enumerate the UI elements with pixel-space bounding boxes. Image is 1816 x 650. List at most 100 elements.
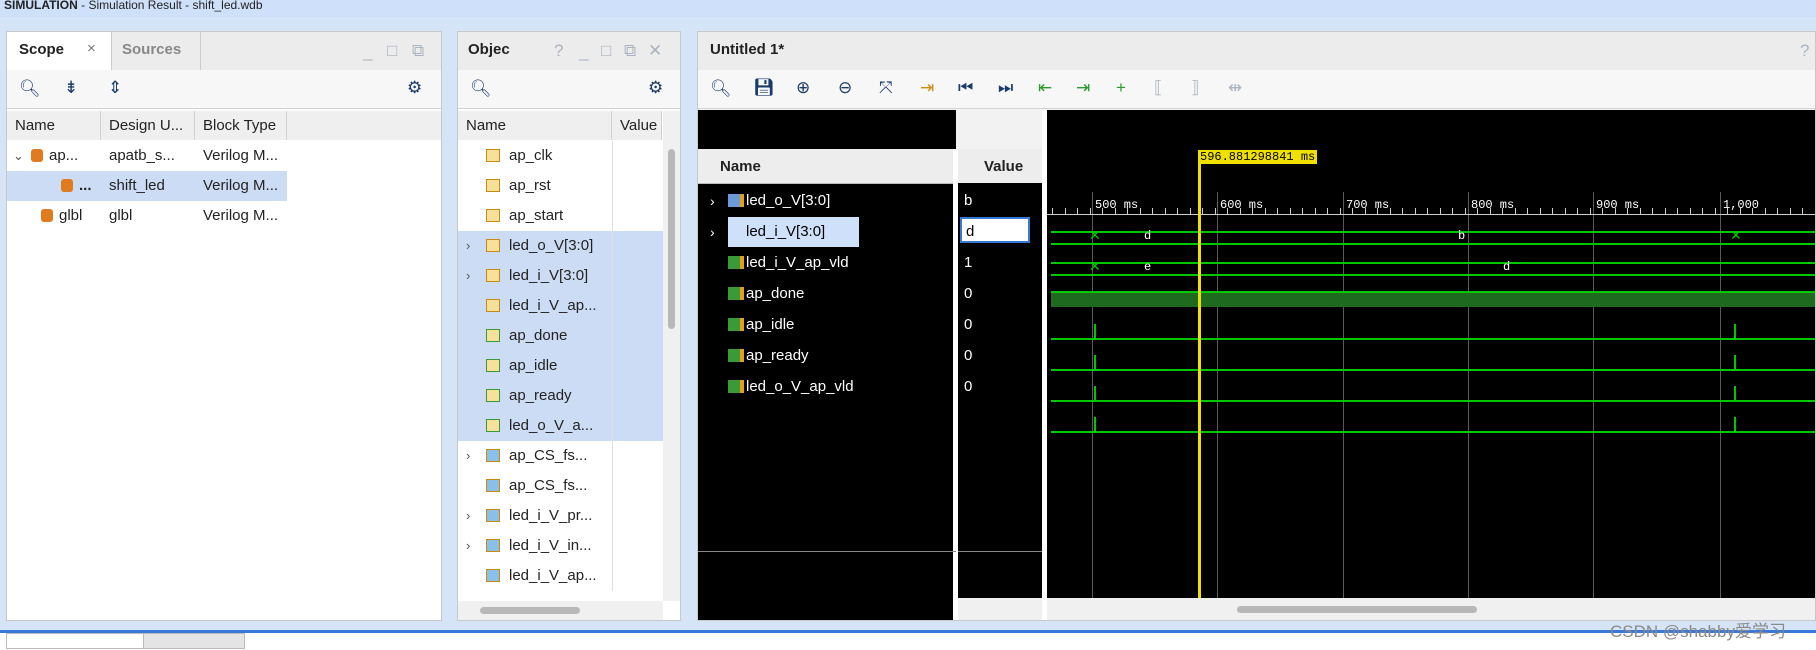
next-marker-icon[interactable]: ⟧ — [1191, 78, 1199, 98]
time-tick-label: 1,000 — [1723, 198, 1760, 212]
chevron-right-icon[interactable]: › — [466, 261, 470, 291]
go-to-end-icon[interactable]: ⏭ — [998, 78, 1013, 98]
zoom-in-icon[interactable]: ⊕ — [796, 78, 810, 98]
object-row[interactable]: led_i_V_ap... — [458, 561, 663, 591]
wave-signal-name[interactable]: ap_ready — [746, 341, 809, 371]
minimize-icon[interactable]: _ — [579, 42, 588, 62]
time-cursor — [1198, 150, 1201, 598]
next-transition-icon[interactable]: ⇥ — [1076, 78, 1090, 98]
previous-marker-icon[interactable]: ⟦ — [1154, 78, 1162, 98]
gear-icon[interactable]: ⚙ — [407, 78, 422, 98]
object-row[interactable]: ap_CS_fs... — [458, 471, 663, 501]
object-row[interactable]: ap_ready — [458, 381, 663, 411]
search-icon[interactable]: 🔍︎ — [19, 79, 41, 99]
object-row[interactable]: › led_i_V[3:0] — [458, 261, 663, 291]
bit-signal-icon — [728, 380, 744, 393]
window-title: SIMULATION - Simulation Result - shift_l… — [0, 0, 1816, 17]
scope-name: glbl — [59, 207, 83, 224]
object-row[interactable]: › led_i_V_in... — [458, 531, 663, 561]
maximize-icon[interactable]: □ — [387, 41, 397, 61]
wave-signal-name[interactable]: led_o_V_ap_vld — [746, 372, 854, 402]
col-value[interactable]: Value — [612, 111, 662, 140]
scrollbar-thumb[interactable] — [480, 607, 580, 614]
help-icon[interactable]: ? — [1800, 41, 1809, 61]
module-icon — [41, 209, 53, 222]
values-scrollbar[interactable] — [958, 598, 1042, 620]
chevron-down-icon[interactable]: ⌄ — [13, 141, 24, 171]
object-row[interactable]: ap_start — [458, 201, 663, 231]
zoom-out-icon[interactable]: ⊖ — [838, 78, 852, 98]
scrollbar-thumb[interactable] — [1237, 606, 1477, 613]
gear-icon[interactable]: ⚙ — [648, 78, 663, 98]
chevron-right-icon[interactable]: › — [466, 501, 470, 531]
col-design-unit[interactable]: Design U... — [101, 111, 195, 140]
object-row[interactable]: led_o_V_a... — [458, 411, 663, 441]
go-to-cursor-icon[interactable]: ⇥ — [920, 78, 934, 98]
wave-signal-name[interactable]: ap_done — [746, 279, 804, 309]
vertical-scrollbar[interactable] — [663, 111, 680, 601]
wave-signal-value[interactable]: b — [964, 186, 972, 216]
close-icon[interactable]: × — [87, 40, 96, 57]
float-icon[interactable]: ⧉ — [412, 41, 424, 61]
chevron-right-icon[interactable]: › — [466, 231, 470, 261]
chevron-right-icon[interactable]: › — [710, 186, 715, 216]
object-row[interactable]: ap_idle — [458, 351, 663, 381]
chevron-right-icon[interactable]: › — [466, 531, 470, 561]
help-icon[interactable]: ? — [554, 41, 563, 61]
port-icon — [486, 359, 500, 372]
wave-signal-name[interactable]: led_o_V[3:0] — [746, 186, 830, 216]
swap-cursors-icon[interactable]: ⇹ — [1228, 78, 1242, 98]
wave-signal-name[interactable]: led_i_V_ap_vld — [746, 248, 849, 278]
search-icon[interactable]: 🔍︎ — [710, 79, 732, 99]
zoom-fit-icon[interactable]: ⤧ — [879, 78, 893, 98]
wave-signal-name[interactable]: ap_idle — [746, 310, 794, 340]
search-icon[interactable]: 🔍︎ — [470, 79, 492, 99]
object-row[interactable]: led_i_V_ap... — [458, 291, 663, 321]
object-row[interactable]: ap_rst — [458, 171, 663, 201]
expand-all-icon[interactable]: ⇕ — [108, 78, 122, 98]
go-to-start-icon[interactable]: ⏮ — [958, 78, 973, 98]
add-marker-icon[interactable]: + — [1116, 78, 1126, 98]
scope-row[interactable]: ⌄ ap... apatb_s... Verilog M... — [7, 141, 441, 171]
module-icon — [61, 179, 73, 192]
col-name[interactable]: Name — [458, 111, 612, 140]
save-icon[interactable]: 💾︎ — [753, 78, 775, 98]
wave-signal-value[interactable]: 1 — [964, 248, 972, 278]
horizontal-scrollbar[interactable] — [458, 601, 663, 620]
col-name[interactable]: Name — [7, 111, 101, 140]
waveform-canvas[interactable] — [1047, 110, 1815, 598]
object-row[interactable]: ap_clk — [458, 141, 663, 171]
previous-transition-icon[interactable]: ⇤ — [1038, 78, 1052, 98]
wave-signal-value[interactable]: 0 — [964, 372, 972, 402]
float-icon[interactable]: ⧉ — [624, 41, 636, 61]
wave-name-header[interactable]: Name — [720, 158, 761, 175]
chevron-right-icon[interactable]: › — [466, 441, 470, 471]
wave-title: Untitled 1* — [710, 41, 785, 58]
tab-sources[interactable]: Sources — [112, 32, 201, 70]
object-row[interactable]: ap_done — [458, 321, 663, 351]
wave-signal-value[interactable]: 0 — [964, 310, 972, 340]
scope-row[interactable]: glbl glbl Verilog M... — [7, 201, 441, 231]
bit-signal-icon — [728, 318, 744, 331]
bus-wave-upper — [1051, 231, 1815, 233]
close-icon[interactable]: ✕ — [648, 41, 662, 61]
wave-signal-name[interactable]: led_i_V[3:0] — [728, 217, 860, 247]
minimize-icon[interactable]: _ — [363, 42, 372, 62]
wave-value-header[interactable]: Value — [984, 158, 1023, 175]
object-row[interactable]: › led_o_V[3:0] — [458, 231, 663, 261]
object-row[interactable]: › led_i_V_pr... — [458, 501, 663, 531]
scrollbar-thumb[interactable] — [668, 149, 675, 329]
scope-row[interactable]: ... shift_led Verilog M... — [7, 171, 287, 201]
object-row[interactable]: › ap_CS_fs... — [458, 441, 663, 471]
bit-pulse — [1094, 324, 1096, 338]
object-name: ap_done — [509, 327, 568, 344]
wave-signal-value[interactable]: d — [960, 217, 1030, 243]
tab-scope[interactable]: Scope × — [7, 32, 112, 70]
wave-signal-value[interactable]: 0 — [964, 341, 972, 371]
wave-signal-value[interactable]: 0 — [964, 279, 972, 309]
collapse-all-icon[interactable]: ⇟ — [64, 78, 78, 98]
chevron-right-icon[interactable]: › — [710, 217, 715, 247]
bit-pulse — [1094, 417, 1096, 431]
col-block-type[interactable]: Block Type — [195, 111, 287, 140]
maximize-icon[interactable]: □ — [601, 41, 611, 61]
